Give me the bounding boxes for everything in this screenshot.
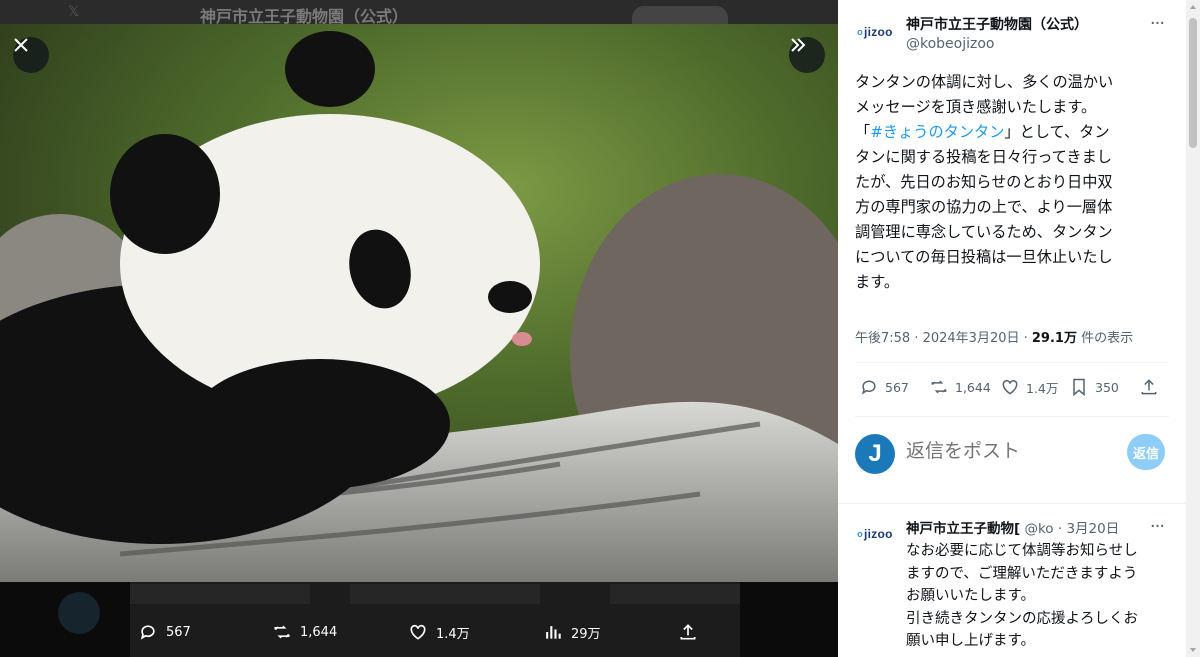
bookmark-button[interactable]: 350: [1069, 377, 1119, 397]
heart-icon: [410, 624, 426, 640]
post-view-label: 件の表示: [1076, 331, 1134, 346]
media-like-count: 1.4万: [436, 626, 470, 642]
reply-post-header: 神戸市立王子動物[ @ko · 3月20日: [906, 517, 1146, 537]
media-repost-button[interactable]: 1,644: [272, 622, 337, 642]
logo-text: jizoo: [863, 527, 893, 541]
post-line: ます。: [855, 273, 900, 291]
media-reply-count: 567: [166, 624, 191, 640]
share-icon: [680, 624, 696, 640]
reply-account-name[interactable]: 神戸市立王子動物[: [906, 521, 1020, 537]
repost-count: 1,644: [955, 379, 991, 395]
user-avatar[interactable]: J: [855, 434, 895, 474]
panda-photo: [0, 24, 838, 582]
post-line: たが、先日のお知らせのとおり日中双: [855, 173, 1113, 191]
reply-line: 引き続きタンタンの応援よろしくお: [906, 610, 1138, 627]
scroll-thumb[interactable]: [1189, 18, 1197, 148]
heart-icon: [1002, 379, 1018, 395]
more-dots-icon: ···: [1149, 515, 1165, 537]
reply-submit-button[interactable]: 返信: [1127, 434, 1165, 470]
post-line: 「#きょうのタンタン」として、タン: [855, 120, 1179, 145]
close-button[interactable]: [13, 37, 49, 73]
scroll-up-arrow-icon[interactable]: [1190, 5, 1196, 9]
background-page-strip: 𝕏 神戸市立王子動物園（公式）: [0, 0, 838, 26]
account-avatar[interactable]: o jizoo: [855, 12, 895, 52]
post-view-count: 29.1万: [1031, 331, 1077, 346]
media-action-bar: 567 1,644 1.4万 29万: [0, 622, 838, 646]
post-line: タンタンの体調に対し、多くの温かい: [855, 73, 1114, 91]
account-handle[interactable]: @kobeojizoo: [906, 36, 995, 52]
double-chevron-right-icon: [791, 38, 806, 52]
reply-post[interactable]: o jizoo 神戸市立王子動物[ @ko · 3月20日 ··· なお必要に応じ…: [838, 503, 1186, 657]
scroll-down-arrow-icon[interactable]: [1190, 648, 1196, 652]
close-icon: [14, 38, 28, 52]
repost-icon: [274, 625, 290, 639]
media-views-button[interactable]: 29万: [543, 622, 601, 642]
post-action-bar: 567 1,644 1.4万 350: [855, 377, 1169, 403]
like-count: 1.4万: [1026, 380, 1059, 396]
account-name[interactable]: 神戸市立王子動物園（公式）: [906, 14, 1088, 34]
media-repost-count: 1,644: [300, 624, 338, 640]
reply-icon: [861, 380, 876, 395]
reply-icon: [140, 625, 155, 640]
repost-button[interactable]: 1,644: [929, 377, 991, 397]
reply-post-text: なお必要に応じて体調等お知らせし ますので、ご理解いただきますよう お願いいたし…: [906, 540, 1176, 653]
media-views-count: 29万: [571, 626, 601, 642]
background-follow-button: [632, 6, 728, 26]
media-viewer: 𝕏 神戸市立王子動物園（公式） 567 1,644 1.4万 29万: [0, 0, 838, 657]
like-button[interactable]: 1.4万: [1000, 377, 1058, 397]
reply-composer: J 返信: [838, 417, 1186, 503]
reply-line: なお必要に応じて体調等お知らせし: [906, 543, 1138, 559]
reply-line: ますので、ご理解いただきますよう: [906, 565, 1138, 582]
repost-icon: [931, 380, 947, 394]
bookmark-icon: [1073, 378, 1085, 397]
hashtag-link[interactable]: #きょうのタンタン: [870, 123, 1004, 141]
media-reply-button[interactable]: 567: [138, 622, 191, 642]
reply-line: お願いいたします。: [906, 588, 1036, 604]
logo-mark: o: [857, 529, 863, 539]
more-options-button[interactable]: ···: [1146, 12, 1168, 34]
post-line-fragment: 「: [855, 123, 871, 141]
logo-text: jizoo: [863, 25, 893, 39]
x-logo-icon: 𝕏: [68, 4, 80, 20]
post-panel: o jizoo 神戸市立王子動物園（公式） @kobeojizoo ··· タンタ…: [838, 0, 1200, 657]
reply-post-date[interactable]: · 3月20日: [1054, 521, 1119, 537]
scrollbar[interactable]: [1186, 0, 1200, 657]
reply-more-options-button[interactable]: ···: [1146, 515, 1168, 537]
post-meta: 午後7:58 · 2024年3月20日 · 29.1万 件の表示: [855, 327, 1133, 346]
media-like-button[interactable]: 1.4万: [408, 622, 470, 642]
bookmark-count: 350: [1095, 379, 1119, 395]
post-line-fragment: 」として、タン: [1004, 123, 1110, 141]
reply-line: 願い申し上げます。: [906, 633, 1036, 649]
post-line: タンに関する投稿を日々行ってきまし: [855, 148, 1112, 166]
reply-account-avatar[interactable]: o jizoo: [855, 514, 895, 554]
share-button[interactable]: [1139, 377, 1159, 397]
reply-count: 567: [885, 379, 909, 395]
panda-photo-illustration: [0, 24, 838, 582]
logo-mark: o: [857, 27, 863, 37]
post-header: o jizoo 神戸市立王子動物園（公式） @kobeojizoo ···: [838, 0, 1186, 70]
reply-account-handle[interactable]: @ko: [1024, 521, 1053, 537]
reply-button[interactable]: 567: [859, 377, 909, 397]
post-line: メッセージを頂き感謝いたします。: [855, 98, 1097, 116]
expand-panel-button[interactable]: [789, 37, 825, 73]
post-line: についての毎日投稿は一旦休止いたし: [855, 248, 1113, 266]
post-line: 方の専門家の協力の上で、より一層体: [855, 198, 1113, 216]
divider: [855, 362, 1169, 363]
media-share-button[interactable]: [678, 622, 698, 642]
post-text: タンタンの体調に対し、多くの温かい メッセージを頂き感謝いたします。 「#きょう…: [855, 70, 1179, 295]
reply-input[interactable]: [906, 440, 1106, 462]
more-dots-icon: ···: [1149, 12, 1165, 34]
post-line: 調管理に専念しているため、タンタン: [855, 223, 1113, 241]
views-chart-icon: [546, 626, 561, 639]
share-icon: [1141, 379, 1157, 395]
post-timestamp[interactable]: 午後7:58 · 2024年3月20日 ·: [855, 331, 1032, 346]
